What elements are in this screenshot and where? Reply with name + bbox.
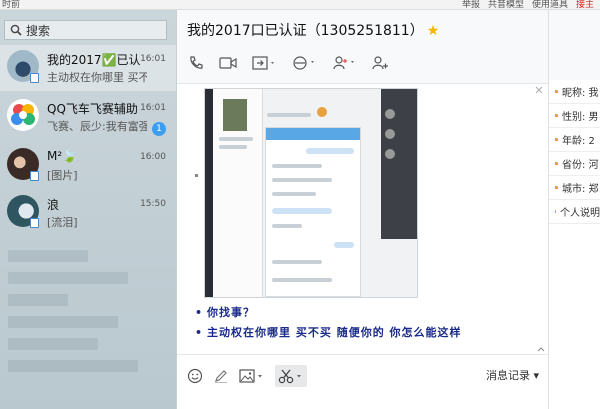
- contact-name: 我的2017✅已认: [47, 53, 141, 67]
- screenshot-button[interactable]: [275, 365, 307, 387]
- add-member-icon: [333, 56, 354, 70]
- add-friend-icon: [372, 56, 388, 70]
- flower-logo-icon: [11, 104, 35, 125]
- screenshot-image[interactable]: [204, 88, 418, 298]
- image-icon[interactable]: [239, 368, 265, 384]
- contact-last-message: 飞赛、辰少:我有富强: [47, 120, 147, 133]
- info-bio: 个人说明: [549, 200, 600, 224]
- contact-name: QQ飞车飞赛辅助: [47, 102, 138, 116]
- unread-badge: 1: [152, 122, 166, 136]
- history-label: 消息记录: [485, 369, 530, 382]
- chat-window: 我的2017口已认证（1305251811） ★ • 你找事？ • 主动权在你哪…: [176, 10, 549, 409]
- contact-last-message: 主动权在你哪里 买不买 随: [47, 71, 147, 84]
- message-input-area[interactable]: 消息记录 ▾: [177, 354, 549, 409]
- share-screen-button[interactable]: [251, 54, 277, 72]
- top-left-text: 时前: [2, 0, 21, 10]
- contact-name: 浪: [47, 198, 60, 212]
- contact-name: M²🍃: [47, 149, 78, 163]
- emoji-icon[interactable]: [187, 368, 203, 384]
- main-link[interactable]: 接主: [576, 0, 600, 9]
- chat-title: 我的2017口已认证（1305251811） ★: [187, 20, 439, 40]
- contact-last-message: [图片]: [47, 169, 78, 182]
- info-gender: 性别: 男: [549, 104, 600, 128]
- video-icon: [219, 57, 237, 69]
- phone-status-icon: [30, 218, 39, 228]
- chat-toolbar: [187, 54, 389, 72]
- props-link[interactable]: 使用道具: [532, 0, 568, 9]
- remote-assist-button[interactable]: [291, 54, 317, 72]
- vip-star-icon: ★: [426, 23, 440, 39]
- contact-time: 15:50: [140, 199, 166, 209]
- faded-background-list: [0, 240, 176, 409]
- info-province: 省份: 河: [549, 152, 600, 176]
- info-panel-header: [548, 10, 600, 80]
- search-icon: [10, 24, 22, 36]
- message-area[interactable]: 你找事？ 主动权在你哪里 买不买 随便你的 你怎么能这样: [177, 84, 549, 354]
- contact-time: 16:01: [140, 103, 166, 113]
- contact-list-panel: 搜索 我的2017✅已认 主动权在你哪里 买不买 随 16:01 QQ飞车飞赛辅…: [0, 10, 176, 409]
- report-link[interactable]: 举报: [462, 0, 480, 9]
- invite-button[interactable]: [331, 54, 357, 72]
- contact-item[interactable]: M²🍃 [图片] 16:00: [0, 143, 176, 189]
- profile-info-panel: 昵称: 我 性别: 男 年龄: 2 省份: 河 城市: 郑 个人说明: [548, 80, 600, 409]
- top-right-links: 举报 共音模型 使用道具 接主: [462, 0, 600, 9]
- contact-item[interactable]: 我的2017✅已认 主动权在你哪里 买不买 随 16:01: [0, 45, 176, 91]
- add-friend-button[interactable]: [371, 54, 389, 72]
- search-box[interactable]: 搜索: [4, 20, 167, 40]
- message-history-button[interactable]: 消息记录 ▾: [486, 367, 539, 383]
- chat-title-text: 我的2017口已认证（1305251811）: [187, 23, 424, 39]
- input-toolbar: [187, 365, 307, 387]
- info-city: 城市: 郑: [549, 176, 600, 200]
- expand-icon[interactable]: [535, 86, 543, 94]
- info-age: 年龄: 2: [549, 128, 600, 152]
- top-strip: 时前 举报 共音模型 使用道具 接主: [0, 0, 600, 10]
- video-call-button[interactable]: [219, 54, 237, 72]
- phone-status-icon: [30, 73, 39, 83]
- search-placeholder: 搜索: [26, 23, 51, 38]
- contact-time: 16:01: [140, 54, 166, 64]
- contact-item[interactable]: QQ飞车飞赛辅助 飞赛、辰少:我有富强 16:01 1: [0, 94, 176, 140]
- contact-last-message: [流泪]: [47, 216, 78, 229]
- share-screen-icon: [252, 56, 274, 70]
- chevron-up-icon[interactable]: [537, 346, 545, 352]
- contact-item[interactable]: 浪 [流泪] 15:50: [0, 190, 176, 236]
- voice-call-button[interactable]: [187, 54, 205, 72]
- model-link[interactable]: 共音模型: [488, 0, 524, 9]
- message-text: 你找事？: [195, 304, 255, 320]
- info-nickname: 昵称: 我: [549, 80, 600, 104]
- contact-time: 16:00: [140, 152, 166, 162]
- message-text: 主动权在你哪里 买不买 随便你的 你怎么能这样: [195, 324, 462, 340]
- remote-icon: [293, 56, 314, 70]
- scissors-icon: [278, 369, 301, 384]
- pen-icon[interactable]: [213, 368, 229, 384]
- image-bullet: [195, 174, 198, 177]
- avatar: [7, 99, 39, 131]
- chat-header: 我的2017口已认证（1305251811） ★: [177, 10, 548, 84]
- phone-icon: [190, 56, 203, 69]
- phone-status-icon: [30, 171, 39, 181]
